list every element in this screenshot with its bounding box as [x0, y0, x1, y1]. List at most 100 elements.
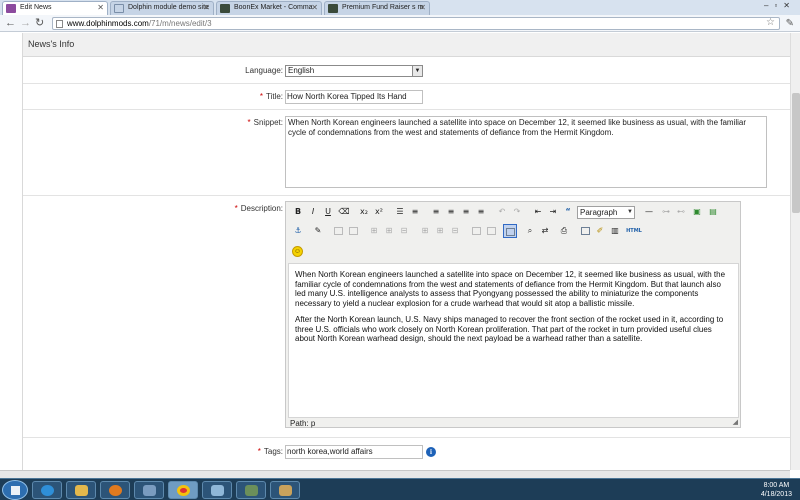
taskbar-explorer[interactable]	[66, 481, 96, 499]
insert-row-after-icon[interactable]: ⊞	[382, 224, 396, 238]
align-justify-button[interactable]: ≡	[474, 205, 488, 219]
insert-row-before-icon[interactable]: ⊞	[367, 224, 381, 238]
unlink-icon[interactable]: ⊷	[674, 205, 688, 219]
paint-icon	[279, 485, 292, 496]
redo-icon[interactable]: ↷	[510, 205, 524, 219]
print-icon[interactable]: ⎙	[557, 224, 571, 238]
url-field[interactable]: www.dolphinmods.com/71/m/news/edit/3 ☆	[52, 17, 780, 30]
chevron-down-icon: ▼	[627, 209, 633, 215]
superscript-button[interactable]: x²	[372, 205, 386, 219]
underline-button[interactable]: U	[321, 205, 335, 219]
section-title: News's Info	[23, 33, 790, 57]
table-icon[interactable]	[503, 224, 517, 238]
image-icon[interactable]: ▣	[690, 205, 704, 219]
anchor-icon[interactable]: ⚓	[291, 224, 305, 238]
tab-dolphin-demo[interactable]: Dolphin module demo site ✕	[110, 1, 214, 15]
tab-label: Edit News	[20, 4, 52, 11]
blockquote-icon[interactable]: “	[561, 205, 575, 219]
tab-label: BoonEx Market - Comma	[234, 4, 313, 11]
taskbar-ie[interactable]	[32, 481, 62, 499]
app-icon	[143, 485, 156, 496]
format-select[interactable]: Paragraph ▼	[577, 206, 635, 219]
window-controls[interactable]: –▫✕	[764, 1, 796, 10]
copy-icon[interactable]	[346, 224, 360, 238]
taskbar-app[interactable]	[134, 481, 164, 499]
edit-html-icon[interactable]: ✎	[311, 224, 325, 238]
close-tab-icon[interactable]: ✕	[419, 2, 426, 14]
page-icon	[56, 20, 63, 28]
cleanup-icon[interactable]: ✐	[593, 224, 607, 238]
outdent-icon[interactable]: ⇤	[531, 205, 545, 219]
language-select[interactable]: English ▼	[285, 65, 423, 77]
merge-cells-icon[interactable]	[484, 224, 498, 238]
undo-icon[interactable]: ↶	[495, 205, 509, 219]
page-scrollbar[interactable]	[790, 33, 800, 470]
snippet-row: * Snippet: When North Korean engineers la…	[23, 110, 790, 196]
taskbar-chrome[interactable]	[168, 481, 198, 499]
horizontal-rule-icon[interactable]: —	[642, 205, 656, 219]
wrench-icon[interactable]: ✎	[786, 18, 794, 29]
html-source-button[interactable]: HTML	[624, 224, 644, 238]
description-label-wrap: * Description:	[23, 204, 283, 213]
insert-col-before-icon[interactable]: ⊞	[418, 224, 432, 238]
fullscreen-icon[interactable]	[578, 224, 592, 238]
taskbar-app-3[interactable]	[236, 481, 266, 499]
tab-premium-fund[interactable]: Premium Fund Raiser s m ✕	[324, 1, 430, 15]
system-clock[interactable]: 8:00 AM 4/18/2013	[761, 481, 792, 499]
delete-row-icon[interactable]: ⊟	[397, 224, 411, 238]
close-tab-icon[interactable]: ✕	[311, 2, 318, 14]
language-row: Language: English ▼	[23, 58, 790, 84]
editor-path: Path: p	[290, 419, 316, 428]
taskbar-media[interactable]	[100, 481, 130, 499]
title-input[interactable]: How North Korea Tipped Its Hand	[285, 90, 423, 104]
bold-button[interactable]: B	[291, 205, 305, 219]
scroll-thumb[interactable]	[792, 93, 800, 213]
align-right-button[interactable]: ≡	[459, 205, 473, 219]
link-icon[interactable]: ⊶	[659, 205, 673, 219]
folder-icon	[75, 485, 88, 496]
subscript-button[interactable]: x₂	[357, 205, 371, 219]
align-center-button[interactable]: ≡	[444, 205, 458, 219]
resize-grip-icon[interactable]: ◢	[733, 418, 738, 426]
tags-input[interactable]: north korea,world affairs	[285, 445, 423, 459]
insert-col-after-icon[interactable]: ⊞	[433, 224, 447, 238]
close-tab-icon[interactable]: ✕	[97, 2, 104, 14]
forward-arrow-icon[interactable]: →	[20, 17, 31, 29]
app-icon	[211, 485, 224, 496]
taskbar-app-2[interactable]	[202, 481, 232, 499]
editor-body[interactable]: When North Korean engineers launched a s…	[288, 263, 739, 418]
media-icon[interactable]: ▤	[706, 205, 720, 219]
align-left-button[interactable]: ≡	[429, 205, 443, 219]
italic-button[interactable]: I	[306, 205, 320, 219]
eraser-icon[interactable]: ⌫	[337, 205, 351, 219]
paste-word-icon[interactable]: ▥	[608, 224, 622, 238]
windows-taskbar: 8:00 AM 4/18/2013	[0, 478, 800, 500]
address-bar-row: ← → ↻ www.dolphinmods.com/71/m/news/edit…	[0, 15, 800, 32]
delete-col-icon[interactable]: ⊟	[448, 224, 462, 238]
taskbar-paint[interactable]	[270, 481, 300, 499]
tab-label: Premium Fund Raiser s m	[342, 4, 424, 11]
cut-icon[interactable]	[331, 224, 345, 238]
page-content: News's Info Language: English ▼ * Title: …	[0, 33, 790, 470]
unordered-list-button[interactable]: ☰	[393, 205, 407, 219]
back-arrow-icon[interactable]: ←	[5, 17, 16, 29]
page-icon	[6, 4, 16, 13]
app-icon	[245, 485, 258, 496]
snippet-textarea[interactable]: When North Korean engineers launched a s…	[285, 116, 767, 188]
tab-edit-news[interactable]: Edit News ✕	[2, 1, 108, 15]
editor-paragraph: After the North Korean launch, U.S. Navy…	[295, 315, 724, 343]
info-icon[interactable]: i	[426, 447, 436, 457]
indent-icon[interactable]: ⇥	[546, 205, 560, 219]
emoticon-icon[interactable]: ☺	[292, 246, 303, 257]
replace-icon[interactable]: ⇄	[538, 224, 552, 238]
reload-icon[interactable]: ↻	[35, 17, 44, 29]
ordered-list-button[interactable]: ≡	[408, 205, 422, 219]
tags-label: Tags:	[263, 447, 283, 456]
media-player-icon	[109, 485, 122, 496]
search-icon[interactable]: ⌕	[523, 224, 537, 238]
split-cells-icon[interactable]	[469, 224, 483, 238]
close-tab-icon[interactable]: ✕	[203, 2, 210, 14]
tab-boonex-market[interactable]: BoonEx Market - Comma ✕	[216, 1, 322, 15]
start-button[interactable]	[2, 480, 28, 500]
bookmark-star-icon[interactable]: ☆	[766, 17, 775, 28]
